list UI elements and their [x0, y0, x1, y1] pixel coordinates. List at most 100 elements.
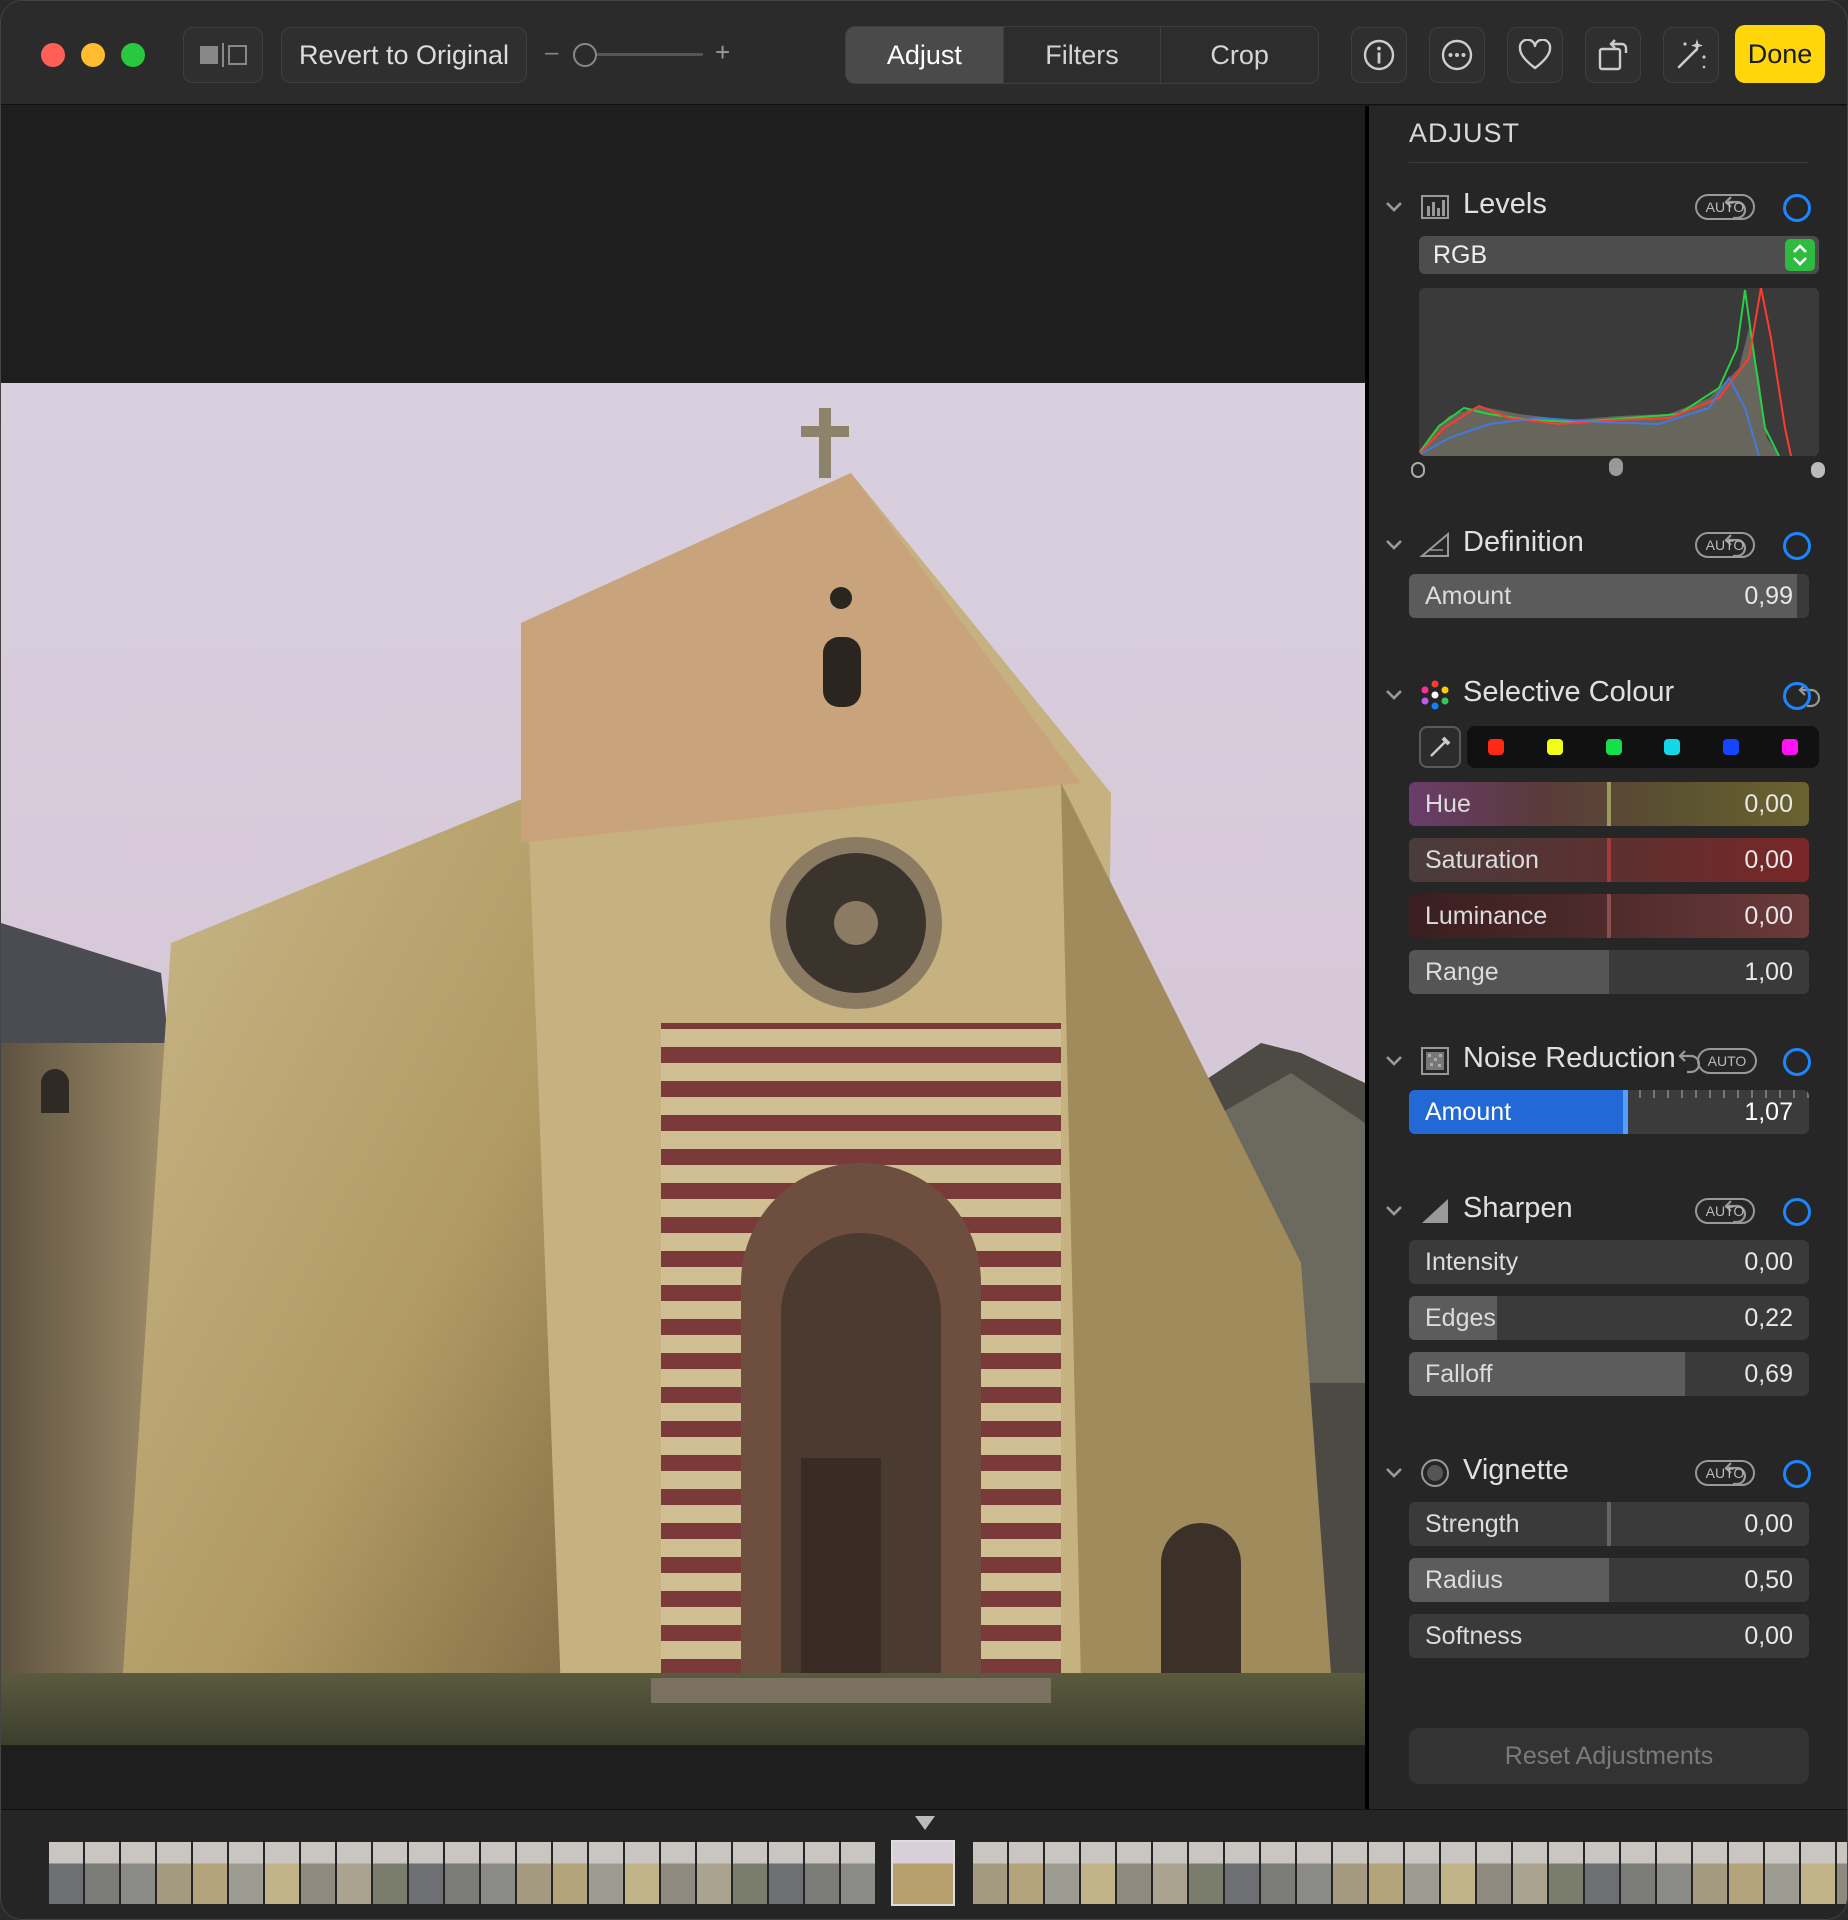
filmstrip-thumbnail[interactable]: [1837, 1842, 1847, 1904]
vignette-radius-slider[interactable]: Radius 0,50: [1409, 1558, 1809, 1602]
definition-auto-button[interactable]: AUTO: [1695, 532, 1755, 558]
filmstrip-thumbnail[interactable]: [409, 1842, 443, 1904]
filmstrip-thumbnail[interactable]: [1441, 1842, 1475, 1904]
filmstrip-thumbnail[interactable]: [301, 1842, 335, 1904]
filmstrip-thumbnail[interactable]: [589, 1842, 623, 1904]
filmstrip-current-thumbnail[interactable]: [891, 1840, 955, 1906]
filmstrip-thumbnail[interactable]: [1693, 1842, 1727, 1904]
sharpen-falloff-slider[interactable]: Falloff 0,69: [1409, 1352, 1809, 1396]
filmstrip-thumbnail[interactable]: [157, 1842, 191, 1904]
filmstrip-thumbnail[interactable]: [229, 1842, 263, 1904]
rotate-button[interactable]: [1585, 27, 1641, 83]
sharpen-toggle[interactable]: [1783, 1198, 1811, 1226]
filmstrip-thumbnail[interactable]: [733, 1842, 767, 1904]
swatch-yellow[interactable]: [1546, 739, 1563, 755]
chevron-down-icon[interactable]: [1379, 1458, 1409, 1488]
auto-enhance-button[interactable]: [1663, 27, 1719, 83]
filmstrip-thumbnail[interactable]: [1333, 1842, 1367, 1904]
filmstrip-thumbnail[interactable]: [481, 1842, 515, 1904]
filmstrip-thumbnail[interactable]: [553, 1842, 587, 1904]
vignette-strength-slider[interactable]: Strength 0,00: [1409, 1502, 1809, 1546]
noise-reduction-auto-button[interactable]: AUTO: [1697, 1048, 1757, 1074]
reset-adjustments-button[interactable]: Reset Adjustments: [1409, 1728, 1809, 1784]
sharpen-intensity-slider[interactable]: Intensity 0,00: [1409, 1240, 1809, 1284]
filmstrip-thumbnail[interactable]: [193, 1842, 227, 1904]
range-slider[interactable]: Range 1,00: [1409, 950, 1809, 994]
swatch-green[interactable]: [1605, 739, 1622, 755]
slider-knob[interactable]: [1623, 1090, 1628, 1134]
vignette-toggle[interactable]: [1783, 1460, 1811, 1488]
noise-reduction-toggle[interactable]: [1783, 1048, 1811, 1076]
filmstrip-thumbnail[interactable]: [373, 1842, 407, 1904]
filmstrip-thumbnail[interactable]: [841, 1842, 875, 1904]
filmstrip-thumbnail[interactable]: [1225, 1842, 1259, 1904]
revert-to-original-button[interactable]: Revert to Original: [281, 27, 527, 83]
filmstrip-thumbnail[interactable]: [1261, 1842, 1295, 1904]
levels-toggle[interactable]: [1783, 194, 1811, 222]
tab-crop[interactable]: Crop: [1160, 27, 1318, 83]
filmstrip-thumbnail[interactable]: [1009, 1842, 1043, 1904]
filmstrip-thumbnail[interactable]: [85, 1842, 119, 1904]
selective-colour-toggle[interactable]: [1783, 682, 1811, 710]
filmstrip-thumbnail[interactable]: [1621, 1842, 1655, 1904]
filmstrip-thumbnail[interactable]: [625, 1842, 659, 1904]
luminance-slider[interactable]: Luminance 0,00: [1409, 894, 1809, 938]
filmstrip-thumbnail[interactable]: [1657, 1842, 1691, 1904]
saturation-slider[interactable]: Saturation 0,00: [1409, 838, 1809, 882]
filmstrip-thumbnail[interactable]: [1585, 1842, 1619, 1904]
close-window-button[interactable]: [41, 43, 65, 67]
filmstrip-thumbnail[interactable]: [1801, 1842, 1835, 1904]
filmstrip-thumbnail[interactable]: [1477, 1842, 1511, 1904]
sharpen-auto-button[interactable]: AUTO: [1695, 1198, 1755, 1224]
filmstrip-thumbnail[interactable]: [1729, 1842, 1763, 1904]
sharpen-edges-slider[interactable]: Edges 0,22: [1409, 1296, 1809, 1340]
filmstrip-thumbnail[interactable]: [1081, 1842, 1115, 1904]
minimize-window-button[interactable]: [81, 43, 105, 67]
before-after-button[interactable]: [183, 27, 263, 83]
filmstrip-thumbnail[interactable]: [1297, 1842, 1331, 1904]
definition-toggle[interactable]: [1783, 532, 1811, 560]
filmstrip-thumbnail[interactable]: [1405, 1842, 1439, 1904]
swatch-red[interactable]: [1488, 739, 1505, 755]
filmstrip-thumbnail[interactable]: [517, 1842, 551, 1904]
noise-reduction-amount-slider[interactable]: Amount 1,07: [1409, 1090, 1809, 1134]
filmstrip-thumbnail[interactable]: [697, 1842, 731, 1904]
filmstrip-thumbnail[interactable]: [121, 1842, 155, 1904]
eyedropper-button[interactable]: [1419, 726, 1461, 768]
filmstrip-thumbnail[interactable]: [805, 1842, 839, 1904]
filmstrip-thumbnail[interactable]: [973, 1842, 1007, 1904]
chevron-down-icon[interactable]: [1379, 680, 1409, 710]
filmstrip-thumbnail[interactable]: [1765, 1842, 1799, 1904]
tab-adjust[interactable]: Adjust: [846, 27, 1003, 83]
filmstrip-thumbnail[interactable]: [1117, 1842, 1151, 1904]
filmstrip-thumbnail[interactable]: [769, 1842, 803, 1904]
filmstrip-thumbnail[interactable]: [661, 1842, 695, 1904]
filmstrip-thumbnail[interactable]: [49, 1842, 83, 1904]
vignette-softness-slider[interactable]: Softness 0,00: [1409, 1614, 1809, 1658]
filmstrip-thumbnail[interactable]: [1153, 1842, 1187, 1904]
swatch-blue[interactable]: [1722, 739, 1739, 755]
swatch-cyan[interactable]: [1664, 739, 1681, 755]
tab-filters[interactable]: Filters: [1002, 27, 1161, 83]
favorite-button[interactable]: [1507, 27, 1563, 83]
zoom-window-button[interactable]: [121, 43, 145, 67]
filmstrip-thumbnail[interactable]: [1189, 1842, 1223, 1904]
levels-channel-select[interactable]: RGB: [1419, 236, 1819, 274]
filmstrip-thumbnail[interactable]: [1045, 1842, 1079, 1904]
chevron-down-icon[interactable]: [1379, 1196, 1409, 1226]
swatch-magenta[interactable]: [1781, 739, 1798, 755]
filmstrip-thumbnail[interactable]: [337, 1842, 371, 1904]
done-button[interactable]: Done: [1735, 25, 1825, 83]
more-button[interactable]: [1429, 27, 1485, 83]
levels-auto-button[interactable]: AUTO: [1695, 194, 1755, 220]
chevron-down-icon[interactable]: [1379, 530, 1409, 560]
vignette-auto-button[interactable]: AUTO: [1695, 1460, 1755, 1486]
filmstrip-thumbnail[interactable]: [1549, 1842, 1583, 1904]
chevron-down-icon[interactable]: [1379, 1046, 1409, 1076]
chevron-down-icon[interactable]: [1379, 192, 1409, 222]
filmstrip-thumbnail[interactable]: [265, 1842, 299, 1904]
filmstrip-thumbnail[interactable]: [445, 1842, 479, 1904]
hue-slider[interactable]: Hue 0,00: [1409, 782, 1809, 826]
white-point-handle[interactable]: [1811, 462, 1825, 478]
definition-amount-slider[interactable]: Amount 0,99: [1409, 574, 1809, 618]
